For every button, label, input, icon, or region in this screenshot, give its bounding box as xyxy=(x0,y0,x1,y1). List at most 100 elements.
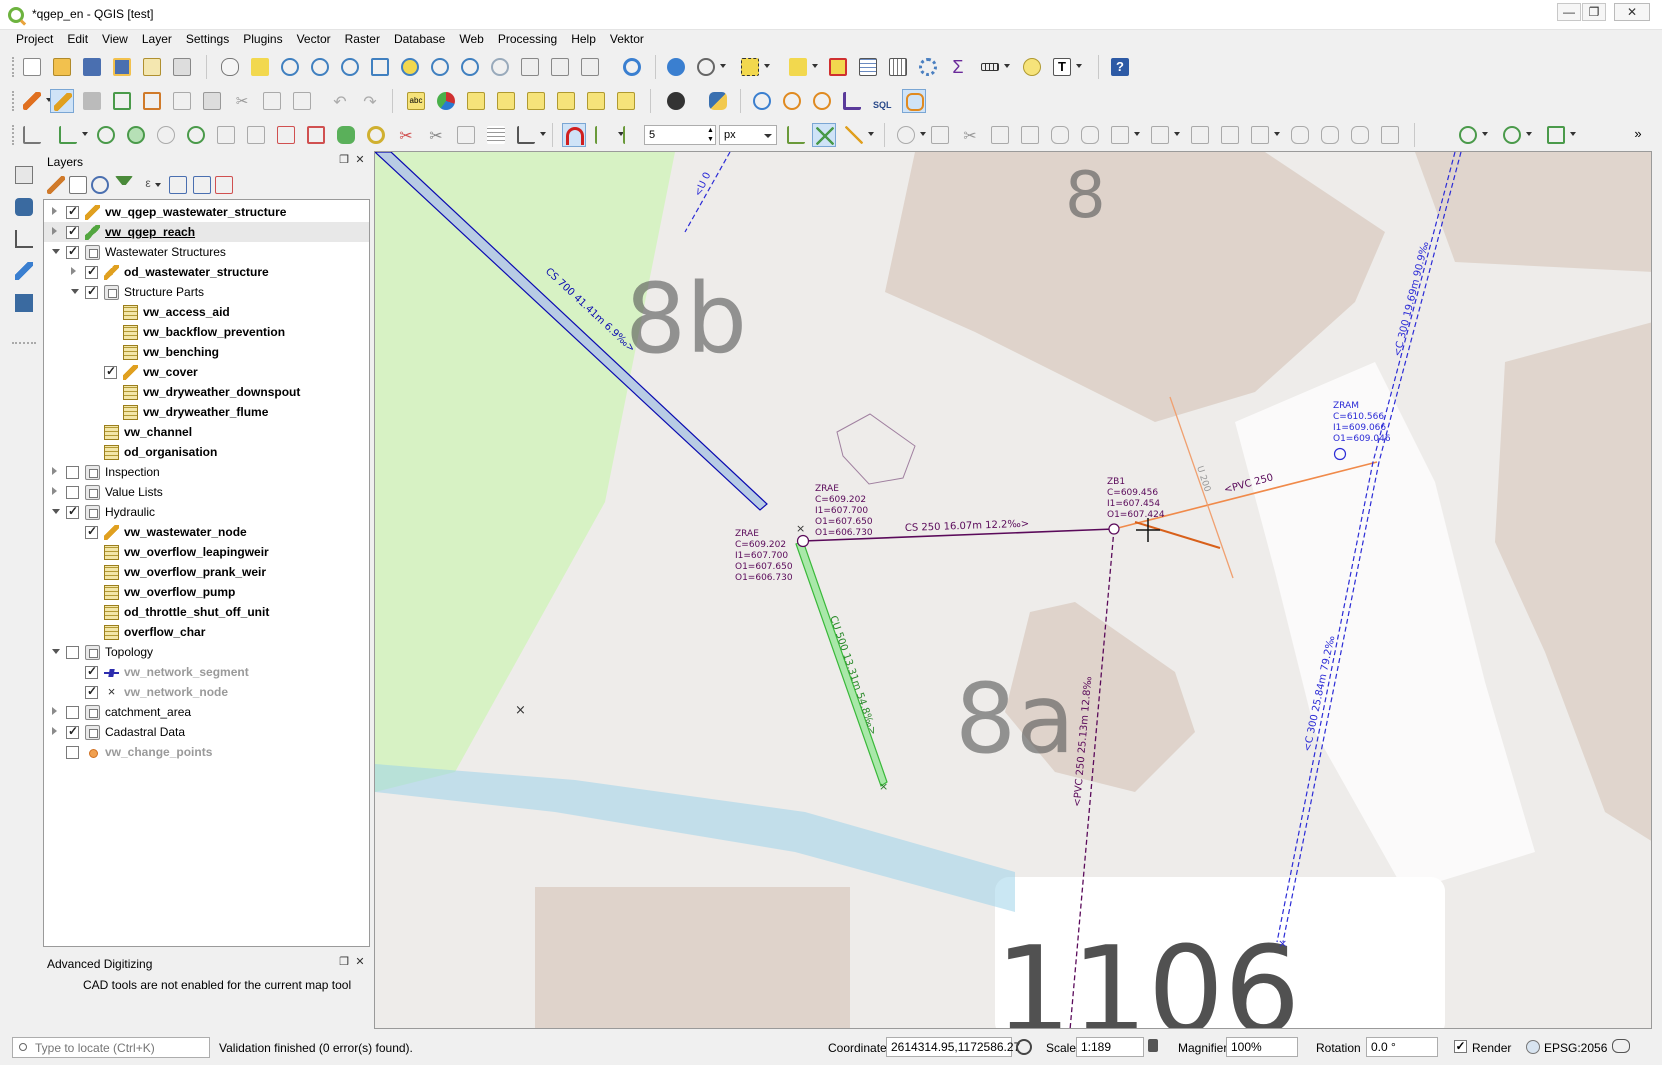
shape-tool-16-button[interactable] xyxy=(1378,123,1402,147)
float-panel-icon[interactable]: ❐ xyxy=(337,154,351,168)
qgep-connect-reaches-button[interactable] xyxy=(902,89,926,113)
add-rectangle-button[interactable] xyxy=(1544,123,1576,147)
style-panel-icon[interactable] xyxy=(47,176,65,194)
show-hide-labels-button[interactable] xyxy=(524,89,548,113)
enable-snapping-button[interactable] xyxy=(562,123,586,147)
save-as-button[interactable] xyxy=(110,55,134,79)
statistics-button[interactable] xyxy=(886,55,910,79)
layer-tree-item[interactable]: vw_qgep_wastewater_structure xyxy=(44,202,369,222)
expand-closed-icon[interactable] xyxy=(71,267,76,275)
highlight-pinned-labels-button[interactable] xyxy=(464,89,488,113)
new-print-layout-button[interactable] xyxy=(140,55,164,79)
shape-tool-13-button[interactable] xyxy=(1288,123,1312,147)
snapping-type-button[interactable] xyxy=(620,123,652,147)
data-source-manager-button[interactable] xyxy=(11,162,37,188)
reach-cu500[interactable] xyxy=(795,540,888,787)
text-annotation-button[interactable]: T xyxy=(1050,55,1082,79)
shape-tool-8-button[interactable] xyxy=(1108,123,1140,147)
tracing-button[interactable] xyxy=(842,123,874,147)
menu-processing[interactable]: Processing xyxy=(491,30,564,46)
topological-editing-button[interactable] xyxy=(784,123,808,147)
crs-button[interactable]: EPSG:2056 xyxy=(1544,1041,1607,1055)
current-edits-button[interactable] xyxy=(20,89,52,113)
snapping-unit-select[interactable]: px xyxy=(719,125,777,145)
shape-tool-2-button[interactable] xyxy=(928,123,952,147)
menu-web[interactable]: Web xyxy=(452,30,490,46)
menu-edit[interactable]: Edit xyxy=(60,30,95,46)
pan-to-selection-button[interactable] xyxy=(248,55,272,79)
layer-tree-item[interactable]: vw_change_points xyxy=(44,742,369,762)
layer-visibility-checkbox[interactable] xyxy=(85,264,98,279)
expand-open-icon[interactable] xyxy=(52,509,60,514)
layout-manager-button[interactable] xyxy=(170,55,194,79)
add-ring-button[interactable] xyxy=(184,123,208,147)
cut-features-button[interactable]: ✂ xyxy=(230,89,254,113)
snapping-vertex-button[interactable] xyxy=(592,123,624,147)
move-label-button[interactable] xyxy=(554,89,578,113)
pin-labels-button[interactable] xyxy=(494,89,518,113)
modify-attributes-button[interactable] xyxy=(170,89,194,113)
layer-visibility-checkbox[interactable] xyxy=(66,486,79,499)
rotate-point-symbols-button[interactable] xyxy=(514,123,546,147)
qgep-sql-button[interactable]: SQL xyxy=(870,89,894,113)
locator-input[interactable] xyxy=(35,1039,205,1056)
layer-labeling-button[interactable]: abc xyxy=(404,89,428,113)
qgep-wizard-button[interactable] xyxy=(840,89,864,113)
toolbar-grip[interactable] xyxy=(12,125,16,145)
qgep-profile-button[interactable] xyxy=(750,89,774,113)
snapping-tolerance-spinbox[interactable]: 5 xyxy=(644,125,710,145)
merge-features-button[interactable] xyxy=(454,123,478,147)
expand-closed-icon[interactable] xyxy=(52,707,57,715)
layer-tree-item[interactable]: Inspection xyxy=(44,462,369,482)
shape-tool-9-button[interactable] xyxy=(1148,123,1180,147)
python-console-button[interactable] xyxy=(706,89,730,113)
zoom-full-button[interactable] xyxy=(368,55,392,79)
layer-tree-item[interactable]: vw_dryweather_flume xyxy=(44,402,369,422)
menu-view[interactable]: View xyxy=(95,30,135,46)
message-log-icon[interactable] xyxy=(1612,1039,1630,1053)
shape-tool-3-button[interactable]: ✂ xyxy=(958,123,982,147)
toolbar-grip[interactable] xyxy=(12,342,36,344)
layer-tree-item[interactable]: vw_dryweather_downspout xyxy=(44,382,369,402)
merge-attributes-button[interactable] xyxy=(484,123,508,147)
shape-tool-10-button[interactable] xyxy=(1188,123,1212,147)
chevron-down-icon[interactable] xyxy=(155,183,161,187)
map-rendering[interactable]: 8 8b 8a 1106 CS 700 41.41m 6.9‰> CU 500 … xyxy=(375,152,1652,1029)
shape-tool-15-button[interactable] xyxy=(1348,123,1372,147)
close-button[interactable]: ✕ xyxy=(1614,3,1650,21)
pan-map-button[interactable] xyxy=(218,55,242,79)
shape-tool-7-button[interactable] xyxy=(1078,123,1102,147)
save-edits-button[interactable] xyxy=(80,89,104,113)
layer-tree-item[interactable]: vw_backflow_prevention xyxy=(44,322,369,342)
layer-tree-item[interactable]: vw_benching xyxy=(44,342,369,362)
qgep-upstream-button[interactable] xyxy=(780,89,804,113)
expand-closed-icon[interactable] xyxy=(52,467,57,475)
layer-tree-item[interactable]: vw_wastewater_node xyxy=(44,522,369,542)
layer-visibility-checkbox[interactable] xyxy=(85,664,98,679)
zoom-layer-button[interactable] xyxy=(428,55,452,79)
qgep-downstream-button[interactable] xyxy=(810,89,834,113)
node-zb1[interactable] xyxy=(1108,523,1120,535)
manage-visibility-icon[interactable] xyxy=(91,176,109,194)
menu-project[interactable]: Project xyxy=(9,30,60,46)
processing-toolbox-button[interactable] xyxy=(916,55,940,79)
layer-tree-item[interactable]: vw_qgep_reach xyxy=(44,222,369,242)
layer-visibility-checkbox[interactable] xyxy=(85,684,98,699)
layer-visibility-checkbox[interactable] xyxy=(66,224,79,239)
layer-visibility-checkbox[interactable] xyxy=(66,706,79,719)
filter-icon[interactable] xyxy=(115,176,133,194)
menu-vector[interactable]: Vector xyxy=(290,30,338,46)
layer-tree-item[interactable]: od_wastewater_structure xyxy=(44,262,369,282)
layer-visibility-checkbox[interactable] xyxy=(66,204,79,219)
layer-visibility-checkbox[interactable] xyxy=(85,284,98,299)
globe-crs-icon[interactable] xyxy=(1526,1040,1540,1054)
reach-u0[interactable] xyxy=(684,152,731,233)
deselect-all-button[interactable] xyxy=(826,55,850,79)
new-bookmark-button[interactable] xyxy=(548,55,572,79)
enable-advanced-digitizing-button[interactable] xyxy=(20,123,44,147)
layer-visibility-checkbox[interactable] xyxy=(85,524,98,539)
layer-tree-item[interactable]: × vw_network_node xyxy=(44,682,369,702)
scale-select[interactable]: 1:189 xyxy=(1076,1037,1144,1057)
map-canvas[interactable]: 8 8b 8a 1106 CS 700 41.41m 6.9‰> CU 500 … xyxy=(374,151,1652,1029)
field-calculator-button[interactable]: Σ xyxy=(946,55,970,79)
